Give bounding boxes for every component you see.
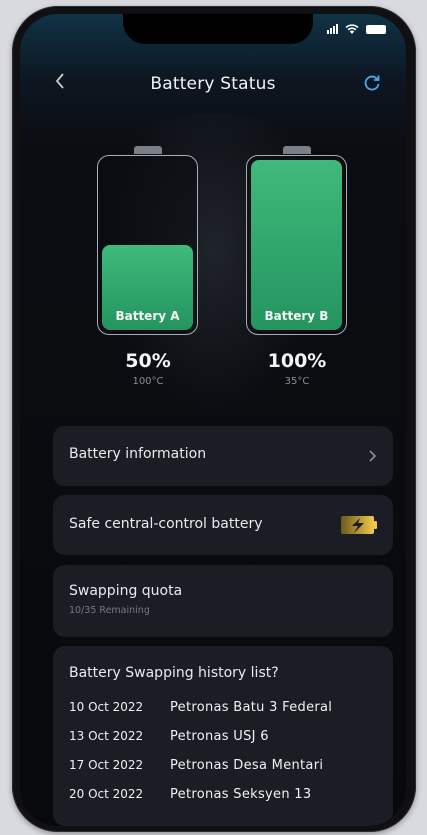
signal-icon	[327, 24, 338, 34]
app-screen: Battery Status Battery A 50% 100°C Batte…	[20, 14, 406, 826]
notch	[123, 14, 313, 44]
history-row: 20 Oct 2022 Petronas Seksyen 13	[69, 787, 311, 802]
bolt-battery-icon	[341, 516, 377, 534]
wifi-icon	[345, 24, 359, 34]
refresh-icon[interactable]	[362, 73, 382, 93]
battery-b-fill	[251, 160, 342, 330]
safe-battery-label: Safe central-control battery	[69, 516, 263, 532]
history-location: Petronas Batu 3 Federal	[170, 700, 333, 715]
swapping-quota-title: Swapping quota	[69, 583, 183, 599]
swap-history-title: Battery Swapping history list?	[69, 665, 279, 681]
history-location: Petronas USJ 6	[170, 729, 269, 744]
battery-b: Battery B	[246, 146, 348, 337]
history-location: Petronas Desa Mentari	[170, 758, 324, 773]
battery-a-label: Battery A	[115, 309, 180, 323]
battery-status-icon	[366, 24, 386, 34]
battery-a-temp: 100°C	[132, 376, 164, 387]
battery-a: Battery A	[97, 146, 199, 337]
battery-b-percent: 100%	[267, 350, 327, 372]
history-row: 10 Oct 2022 Petronas Batu 3 Federal	[69, 700, 332, 715]
battery-information-card[interactable]: Battery information	[53, 426, 393, 486]
page-title: Battery Status	[150, 74, 276, 94]
header: Battery Status	[20, 70, 406, 100]
battery-a-percent: 50%	[125, 350, 171, 372]
history-date: 13 Oct 2022	[69, 729, 144, 743]
history-date: 17 Oct 2022	[69, 758, 144, 772]
history-location: Petronas Seksyen 13	[170, 787, 312, 802]
battery-b-temp: 35°C	[284, 376, 310, 387]
battery-information-label: Battery information	[69, 446, 207, 462]
history-date: 10 Oct 2022	[69, 700, 144, 714]
swapping-quota-card: Swapping quota 10/35 Remaining	[53, 565, 393, 637]
swap-history-card: Battery Swapping history list? 10 Oct 20…	[53, 646, 393, 826]
status-bar	[327, 24, 386, 34]
history-row: 17 Oct 2022 Petronas Desa Mentari	[69, 758, 323, 773]
swapping-quota-remaining: 10/35 Remaining	[69, 605, 150, 616]
chevron-right-icon[interactable]	[367, 448, 377, 464]
history-row: 13 Oct 2022 Petronas USJ 6	[69, 729, 269, 744]
history-date: 20 Oct 2022	[69, 787, 144, 801]
safe-battery-card[interactable]: Safe central-control battery	[53, 495, 393, 555]
battery-b-label: Battery B	[264, 309, 329, 323]
